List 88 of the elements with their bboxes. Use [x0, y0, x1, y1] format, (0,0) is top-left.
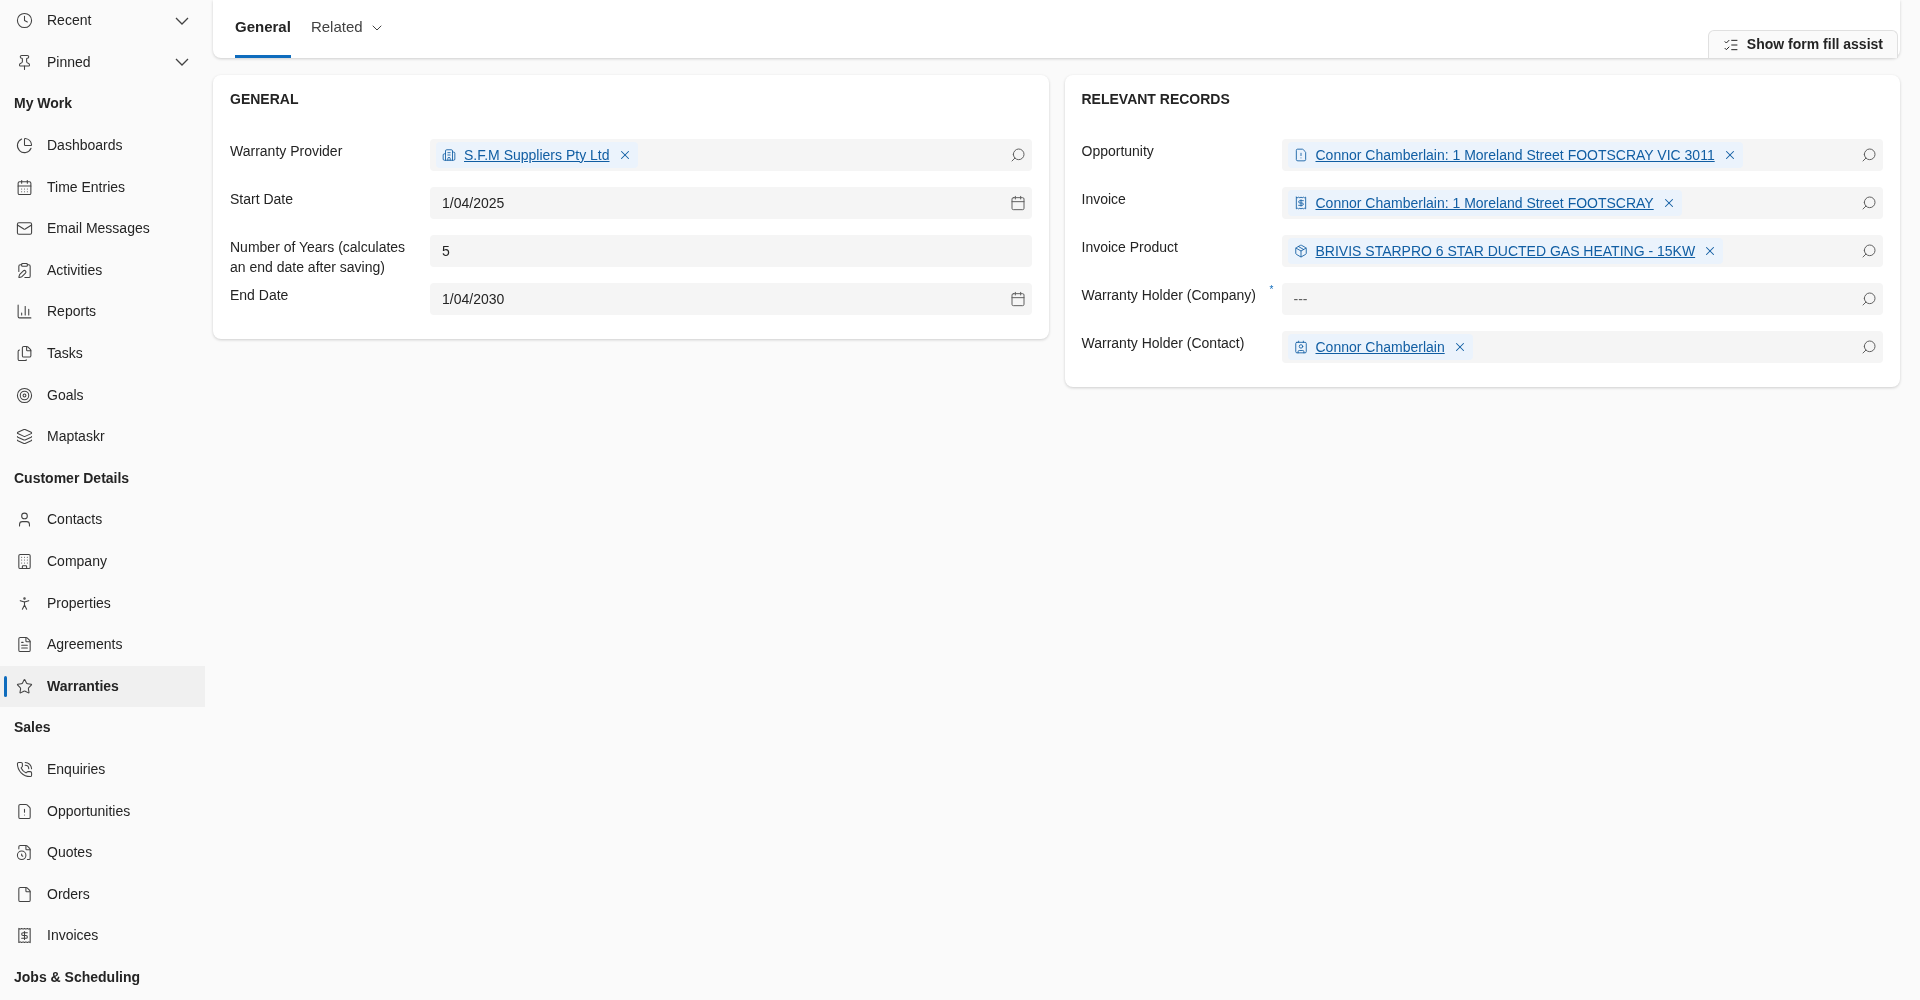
- nav-icon: [16, 553, 33, 570]
- nav-item[interactable]: Maptaskr: [0, 415, 205, 458]
- field-label: End Date: [230, 286, 290, 305]
- nav-icon: [16, 261, 33, 279]
- nav-item[interactable]: Contacts: [0, 499, 205, 541]
- record-link[interactable]: S.F.M Suppliers Pty Ltd: [464, 144, 610, 166]
- nav-icon: [16, 303, 33, 321]
- search-icon[interactable]: [1009, 147, 1026, 163]
- record-icon: [1293, 148, 1308, 162]
- nav-item[interactable]: Properties: [0, 582, 205, 624]
- nav-icon: [16, 386, 33, 404]
- record-link[interactable]: BRIVIS STARPRO 6 STAR DUCTED GAS HEATING - 15KW: [1315, 240, 1696, 262]
- nav-item[interactable]: Email Messages: [0, 207, 205, 250]
- search-icon[interactable]: [1861, 339, 1877, 355]
- nav-icon: [16, 178, 33, 196]
- field-label: Number of Years (calculates an end date after saving): [230, 238, 407, 277]
- input-field[interactable]: Connor Chamberlain: [1281, 331, 1883, 363]
- input-field[interactable]: BRIVIS STARPRO 6 STAR DUCTED GAS HEATING - 15KW: [1281, 235, 1883, 267]
- input-field[interactable]: 5: [430, 235, 1032, 267]
- record-icon: [1293, 340, 1308, 354]
- input-field[interactable]: ---: [1281, 283, 1883, 315]
- required-mark: *: [1269, 285, 1274, 295]
- record-icon: [442, 148, 456, 162]
- record-link[interactable]: Connor Chamberlain: 1 Moreland Street FOOTSCRAY: [1315, 192, 1654, 214]
- record-icon: [1293, 196, 1308, 210]
- input-field[interactable]: Connor Chamberlain: 1 Moreland Street FOOTSCRAY: [1281, 187, 1883, 219]
- nav-icon: [16, 12, 33, 30]
- nav-icon: [16, 636, 33, 654]
- nav-group[interactable]: Recent: [0, 0, 205, 42]
- nav-item[interactable]: Tasks: [0, 332, 205, 375]
- search-icon[interactable]: [1861, 243, 1877, 259]
- nav-item[interactable]: Invoices: [0, 915, 205, 957]
- search-icon[interactable]: [1861, 291, 1877, 307]
- nav-icon: [16, 137, 33, 155]
- search-icon[interactable]: [1861, 195, 1877, 211]
- chevron-icon: [175, 16, 189, 25]
- tab[interactable]: Related: [310, 0, 385, 58]
- nav-item[interactable]: Goals: [0, 374, 205, 416]
- nav-item[interactable]: Warranties: [0, 665, 205, 708]
- nav-item[interactable]: Activities: [0, 249, 205, 292]
- nav-item[interactable]: Dashboards: [0, 124, 205, 167]
- calendar-icon[interactable]: [1009, 291, 1026, 307]
- nav-item[interactable]: Company: [0, 540, 205, 583]
- nav-item[interactable]: Agreements: [0, 623, 205, 666]
- calendar-icon[interactable]: [1009, 195, 1026, 211]
- nav-icon: [16, 428, 33, 446]
- nav-item[interactable]: Time Entries: [0, 166, 205, 208]
- record-link[interactable]: Connor Chamberlain: [1315, 336, 1445, 358]
- empty-value: ---: [1292, 289, 1308, 309]
- nav-icon: [16, 844, 33, 862]
- nav-item[interactable]: Opportunities: [0, 790, 205, 832]
- input-field[interactable]: S.F.M Suppliers Pty Ltd: [430, 139, 1032, 171]
- nav-item[interactable]: Orders: [0, 873, 205, 916]
- nav-item[interactable]: Enquiries: [0, 748, 205, 791]
- section-title: RELEVANT RECORDS: [1081, 91, 1230, 107]
- field-label: Invoice Product: [1081, 238, 1179, 257]
- section-title: GENERAL: [230, 91, 299, 107]
- nav-item[interactable]: Quotes: [0, 831, 205, 874]
- field-label: Warranty Provider: [230, 142, 344, 161]
- nav-icon: [16, 761, 33, 778]
- input-field[interactable]: 1/04/2025: [430, 187, 1032, 219]
- form-fill-assist-button[interactable]: Show form fill assist: [1707, 30, 1898, 58]
- chevron-icon: [175, 58, 189, 67]
- nav-group[interactable]: Pinned: [0, 41, 205, 84]
- nav-section-header: Sales: [14, 718, 51, 738]
- record-icon: [1293, 244, 1308, 258]
- field-label: Start Date: [230, 190, 295, 209]
- tab[interactable]: General: [235, 0, 291, 58]
- nav-icon: [16, 345, 33, 363]
- nav-section-header: Customer Details: [14, 468, 130, 488]
- input-field[interactable]: Connor Chamberlain: 1 Moreland Street FOOTSCRAY VIC 3011: [1281, 139, 1883, 171]
- nav-section-header: My Work: [14, 94, 73, 114]
- nav-icon: [16, 220, 33, 238]
- field-label: Opportunity: [1081, 142, 1155, 161]
- field-label: Warranty Holder (Contact): [1081, 334, 1246, 353]
- nav-section-header: Jobs & Scheduling: [14, 967, 140, 987]
- nav-icon: [16, 677, 33, 695]
- nav-icon: [16, 802, 33, 820]
- search-icon[interactable]: [1861, 147, 1877, 163]
- field-label: Invoice: [1081, 190, 1127, 209]
- nav-icon: [16, 53, 33, 71]
- nav-icon: [16, 885, 33, 903]
- nav-icon: [16, 927, 33, 945]
- input-field[interactable]: 1/04/2030: [430, 283, 1032, 315]
- nav-icon: [16, 511, 33, 529]
- field-label: Warranty Holder (Company): [1081, 286, 1258, 305]
- nav-item[interactable]: Reports: [0, 291, 205, 333]
- record-link[interactable]: Connor Chamberlain: 1 Moreland Street FOOTSCRAY VIC 3011: [1315, 144, 1715, 166]
